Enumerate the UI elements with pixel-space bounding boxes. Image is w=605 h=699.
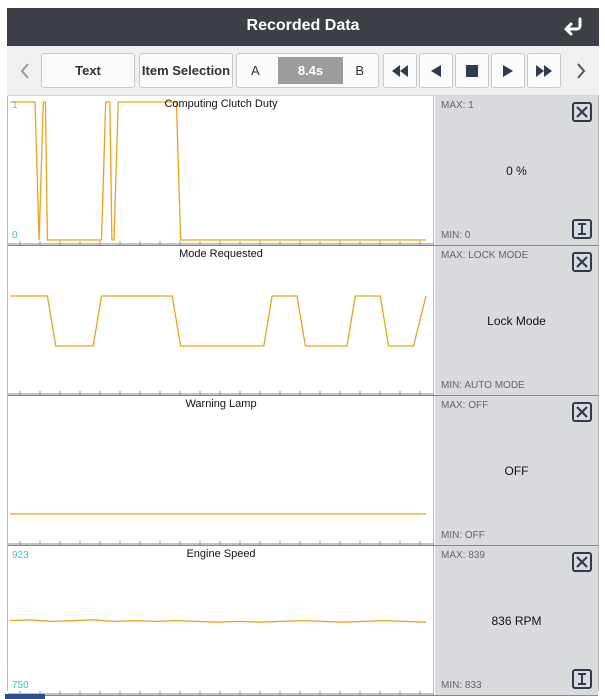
close-icon[interactable] [572, 102, 592, 122]
text-cursor-icon[interactable] [572, 669, 592, 689]
chart-svg [8, 295, 434, 395]
item-selection-button[interactable]: Item Selection [139, 53, 233, 88]
line-chart: Mode Requested [8, 246, 434, 395]
min-value-label: MIN: OFF [441, 530, 485, 541]
play-reverse-icon [431, 64, 441, 77]
current-value: Lock Mode [487, 314, 546, 328]
graph-panel-engine-speed[interactable]: Engine Speed 923 750 MAX: 839 836 RPM MI… [8, 546, 598, 696]
playback-toolbar: Text Item Selection A 8.4s B [7, 46, 599, 96]
series-line [9, 619, 427, 623]
chart-title: Computing Clutch Duty [164, 98, 278, 110]
status-tag [5, 694, 45, 699]
stop-button[interactable] [455, 53, 489, 88]
text-cursor-icon[interactable] [572, 219, 592, 239]
line-chart: Computing Clutch Duty 1 0 [8, 96, 434, 245]
stop-icon [466, 64, 478, 77]
page-title: Recorded Data [246, 17, 360, 34]
fast-forward-button[interactable] [527, 53, 561, 88]
value-info-panel: MAX: LOCK MODE Lock Mode MIN: AUTO MODE [435, 246, 598, 395]
chart-title: Mode Requested [179, 248, 263, 260]
play-icon [503, 64, 513, 77]
rewind-icon [392, 64, 408, 77]
current-value: OFF [504, 464, 529, 478]
chevron-right-icon[interactable] [573, 60, 589, 82]
chart-svg [8, 513, 434, 545]
graph-panels: Computing Clutch Duty 1 0 MAX: 1 0 % MIN… [7, 96, 599, 696]
chart-svg [8, 101, 434, 245]
current-value: 0 % [506, 164, 527, 178]
title-bar: Recorded Data [7, 8, 599, 46]
fast-forward-icon [536, 64, 552, 77]
marker-a-label[interactable]: A [251, 63, 260, 78]
max-value-label: MAX: 1 [441, 100, 474, 111]
play-button[interactable] [491, 53, 525, 88]
y-min-label: 0 [12, 230, 18, 241]
max-value-label: MAX: LOCK MODE [441, 250, 529, 261]
line-chart: Engine Speed 923 750 [8, 546, 434, 695]
text-view-button[interactable]: Text [41, 53, 135, 88]
series-line [10, 101, 426, 241]
min-value-label: MIN: 833 [441, 680, 482, 691]
max-value-label: MAX: OFF [441, 400, 489, 411]
graph-panel-mode-requested[interactable]: Mode Requested MAX: LOCK MODE Lock Mode … [8, 246, 598, 396]
min-value-label: MIN: AUTO MODE [441, 380, 525, 391]
current-value: 836 RPM [491, 614, 542, 628]
y-max-label: 923 [12, 550, 29, 561]
return-arrow-icon[interactable] [559, 13, 587, 41]
series-line [10, 295, 427, 347]
close-icon[interactable] [572, 252, 592, 272]
min-value-label: MIN: 0 [441, 230, 471, 241]
x-axis-ticks [8, 541, 434, 545]
step-back-button[interactable] [419, 53, 453, 88]
close-icon[interactable] [572, 552, 592, 572]
close-icon[interactable] [572, 402, 592, 422]
marker-b-label[interactable]: B [355, 63, 364, 78]
max-value-label: MAX: 839 [441, 550, 485, 561]
chevron-left-icon[interactable] [17, 60, 33, 82]
x-axis-ticks [8, 391, 434, 395]
chart-svg [8, 619, 434, 695]
value-info-panel: MAX: OFF OFF MIN: OFF [435, 396, 598, 545]
chart-title: Warning Lamp [185, 398, 257, 410]
time-position-value: 8.4s [278, 57, 343, 84]
line-chart: Warning Lamp [8, 396, 434, 545]
y-min-label: 750 [12, 680, 29, 691]
value-info-panel: MAX: 1 0 % MIN: 0 [435, 96, 598, 245]
graph-panel-clutch-duty[interactable]: Computing Clutch Duty 1 0 MAX: 1 0 % MIN… [8, 96, 598, 246]
chart-title: Engine Speed [186, 548, 256, 560]
x-axis-ticks [8, 241, 434, 245]
rewind-button[interactable] [383, 53, 417, 88]
x-axis-ticks [8, 691, 434, 695]
y-max-label: 1 [12, 100, 18, 111]
ab-marker-segment[interactable]: A 8.4s B [236, 53, 379, 88]
value-info-panel: MAX: 839 836 RPM MIN: 833 [435, 546, 598, 695]
graph-panel-warning-lamp[interactable]: Warning Lamp MAX: OFF OFF MIN: OFF [8, 396, 598, 546]
